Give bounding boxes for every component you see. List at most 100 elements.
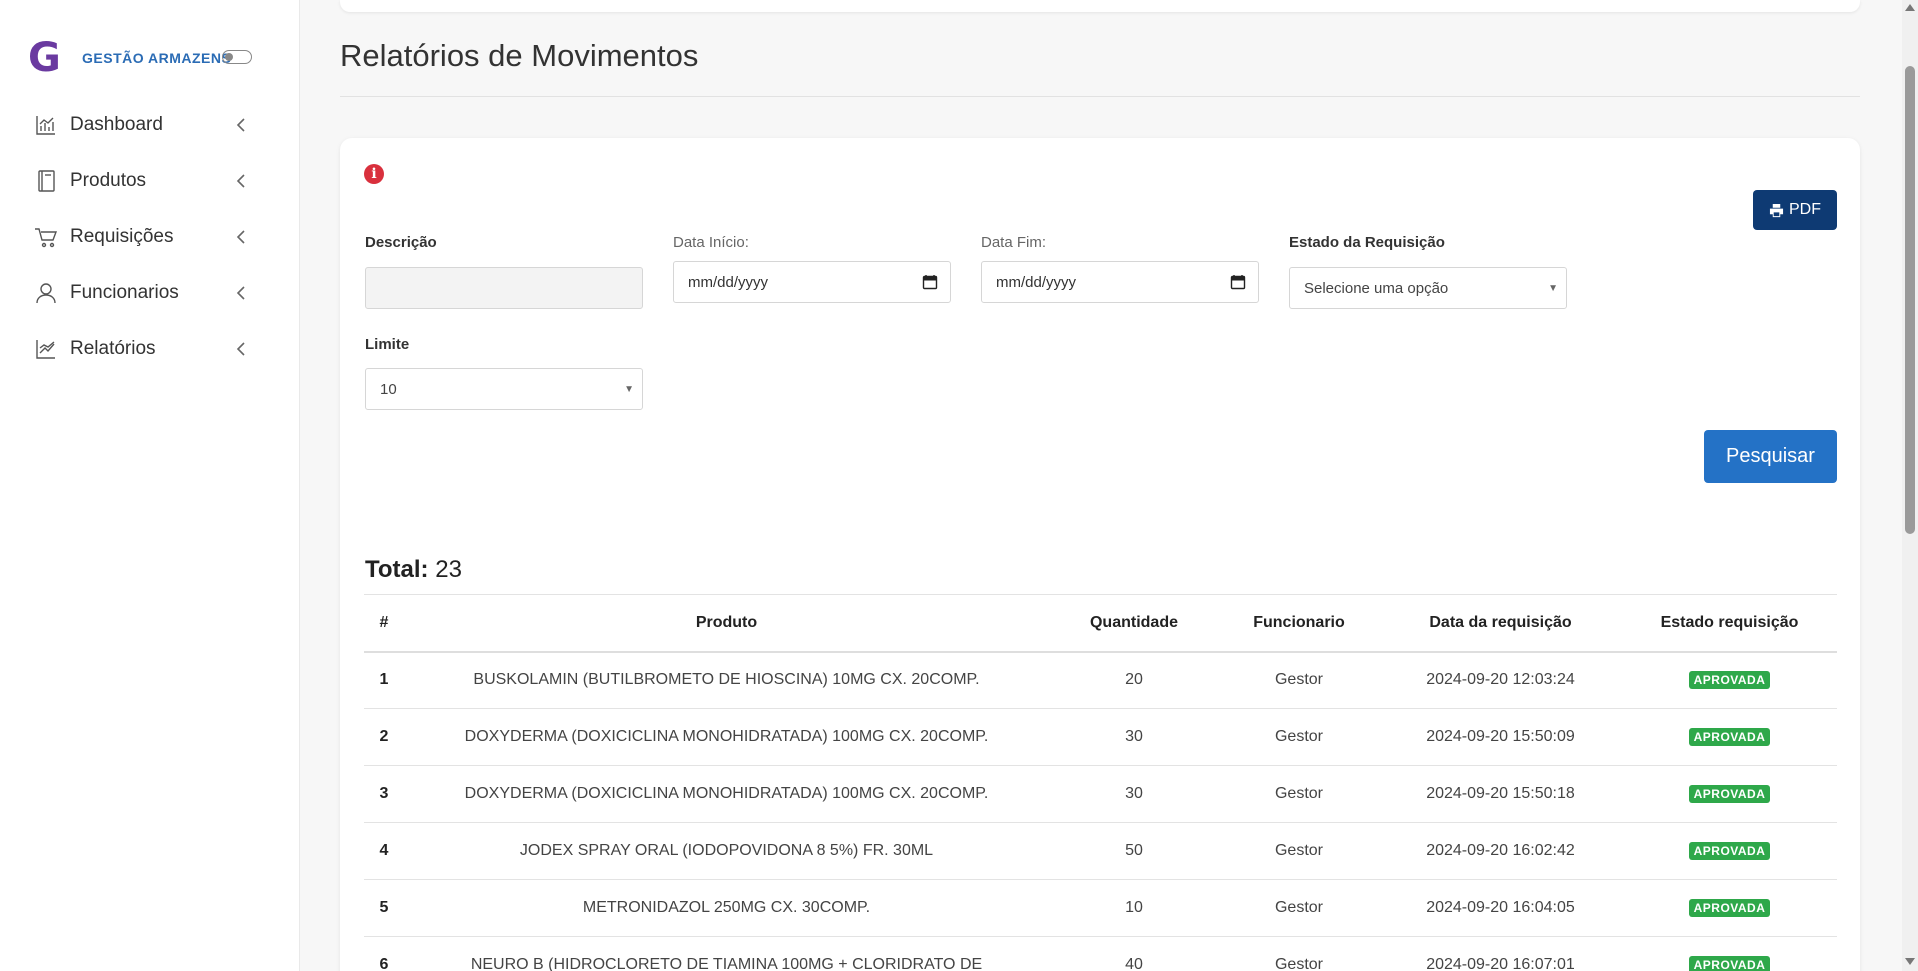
cell-index: 1 bbox=[364, 651, 404, 709]
cell-estado: APROVADA bbox=[1622, 822, 1837, 880]
status-badge: APROVADA bbox=[1688, 842, 1771, 860]
data-fim-label: Data Fim: bbox=[981, 234, 1047, 251]
cell-index: 6 bbox=[364, 936, 404, 971]
cell-quantidade: 20 bbox=[1049, 651, 1219, 709]
estado-select[interactable]: Selecione uma opção ▼ bbox=[1289, 267, 1567, 309]
cell-data: 2024-09-20 16:04:05 bbox=[1379, 879, 1622, 937]
table-row: 3 DOXYDERMA (DOXICICLINA MONOHIDRATADA) … bbox=[364, 765, 1837, 823]
column-header-estado[interactable]: Estado requisição bbox=[1622, 594, 1837, 653]
pdf-button[interactable]: PDF bbox=[1753, 190, 1837, 230]
table-row: 4 JODEX SPRAY ORAL (IODOPOVIDONA 8 5%) F… bbox=[364, 822, 1837, 880]
printer-icon bbox=[1769, 203, 1784, 217]
cell-index: 2 bbox=[364, 708, 404, 766]
sidebar-nav: Dashboard Produtos Requisições Funcionar… bbox=[0, 97, 300, 377]
cell-estado: APROVADA bbox=[1622, 708, 1837, 766]
chevron-left-icon bbox=[232, 340, 250, 358]
cell-index: 3 bbox=[364, 765, 404, 823]
chevron-left-icon bbox=[232, 116, 250, 134]
sidebar-item-requisicoes[interactable]: Requisições bbox=[0, 209, 300, 265]
user-icon bbox=[34, 281, 58, 305]
estado-label: Estado da Requisição bbox=[1289, 234, 1445, 251]
sidebar-item-label: Funcionarios bbox=[70, 282, 179, 303]
limite-select-value: 10 bbox=[380, 380, 397, 398]
scrollbar[interactable] bbox=[1902, 0, 1918, 971]
cell-quantidade: 10 bbox=[1049, 879, 1219, 937]
table-row: 6 NEURO B (HIDROCLORETO DE TIAMINA 100MG… bbox=[364, 936, 1837, 971]
cell-funcionario: Gestor bbox=[1219, 708, 1379, 766]
cell-quantidade: 40 bbox=[1049, 936, 1219, 971]
column-header-data[interactable]: Data da requisição bbox=[1379, 594, 1622, 653]
limite-select[interactable]: 10 ▼ bbox=[365, 368, 643, 410]
brand[interactable]: G GESTÃO ARMAZENS bbox=[28, 38, 231, 78]
cell-quantidade: 50 bbox=[1049, 822, 1219, 880]
column-header-quantidade[interactable]: Quantidade bbox=[1049, 594, 1219, 653]
limite-label: Limite bbox=[365, 336, 410, 353]
cell-quantidade: 30 bbox=[1049, 765, 1219, 823]
cell-produto: DOXYDERMA (DOXICICLINA MONOHIDRATADA) 10… bbox=[404, 708, 1049, 766]
cell-estado: APROVADA bbox=[1622, 765, 1837, 823]
cell-produto: JODEX SPRAY ORAL (IODOPOVIDONA 8 5%) FR.… bbox=[404, 822, 1049, 880]
brand-name: GESTÃO ARMAZENS bbox=[82, 50, 232, 66]
chevron-left-icon bbox=[232, 284, 250, 302]
data-inicio-label: Data Início: bbox=[673, 234, 749, 251]
total-value: 23 bbox=[435, 556, 462, 583]
table-header-row: # Produto Quantidade Funcionario Data da… bbox=[364, 594, 1837, 653]
cell-produto: DOXYDERMA (DOXICICLINA MONOHIDRATADA) 10… bbox=[404, 765, 1049, 823]
data-fim-field[interactable]: mm/dd/yyyy bbox=[981, 261, 1259, 303]
sidebar-item-label: Produtos bbox=[70, 170, 147, 191]
data-fim-placeholder: mm/dd/yyyy bbox=[996, 273, 1077, 291]
estado-select-value: Selecione uma opção bbox=[1304, 279, 1449, 297]
scroll-up-icon[interactable] bbox=[1905, 4, 1915, 11]
cell-funcionario: Gestor bbox=[1219, 879, 1379, 937]
chart-icon bbox=[34, 113, 58, 137]
column-header-index[interactable]: # bbox=[364, 594, 404, 653]
toggle-icon[interactable] bbox=[222, 50, 252, 64]
cell-data: 2024-09-20 16:07:01 bbox=[1379, 936, 1622, 971]
cell-data: 2024-09-20 15:50:18 bbox=[1379, 765, 1622, 823]
chevron-left-icon bbox=[232, 228, 250, 246]
sidebar-item-label: Relatórios bbox=[70, 338, 156, 359]
scrollbar-thumb[interactable] bbox=[1905, 66, 1915, 534]
data-inicio-placeholder: mm/dd/yyyy bbox=[688, 273, 769, 291]
divider bbox=[340, 96, 1860, 97]
table-row: 5 METRONIDAZOL 250MG CX. 30COMP. 10 Gest… bbox=[364, 879, 1837, 937]
caret-down-icon: ▼ bbox=[1548, 283, 1558, 294]
chevron-left-icon bbox=[232, 172, 250, 190]
descricao-input[interactable] bbox=[365, 267, 643, 309]
scroll-down-icon[interactable] bbox=[1905, 958, 1915, 965]
sidebar-item-relatorios[interactable]: Relatórios bbox=[0, 321, 300, 377]
cell-index: 5 bbox=[364, 879, 404, 937]
book-icon bbox=[34, 169, 58, 193]
total-count: Total: 23 bbox=[365, 556, 462, 584]
cell-data: 2024-09-20 12:03:24 bbox=[1379, 651, 1622, 709]
table-row: 1 BUSKOLAMIN (BUTILBROMETO DE HIOSCINA) … bbox=[364, 651, 1837, 709]
movements-table: # Produto Quantidade Funcionario Data da… bbox=[364, 594, 1837, 971]
page-title: Relatórios de Movimentos bbox=[340, 38, 699, 73]
data-inicio-field[interactable]: mm/dd/yyyy bbox=[673, 261, 951, 303]
search-button[interactable]: Pesquisar bbox=[1704, 430, 1837, 483]
cell-data: 2024-09-20 15:50:09 bbox=[1379, 708, 1622, 766]
column-header-funcionario[interactable]: Funcionario bbox=[1219, 594, 1379, 653]
cell-funcionario: Gestor bbox=[1219, 765, 1379, 823]
total-label: Total: bbox=[365, 556, 429, 583]
sidebar-item-label: Requisições bbox=[70, 226, 174, 247]
cell-data: 2024-09-20 16:02:42 bbox=[1379, 822, 1622, 880]
info-icon[interactable]: i bbox=[364, 164, 384, 184]
cell-produto: METRONIDAZOL 250MG CX. 30COMP. bbox=[404, 879, 1049, 937]
brand-logo: G bbox=[28, 35, 61, 81]
sidebar-item-funcionarios[interactable]: Funcionarios bbox=[0, 265, 300, 321]
calendar-icon[interactable] bbox=[922, 274, 938, 294]
status-badge: APROVADA bbox=[1688, 899, 1771, 917]
cell-funcionario: Gestor bbox=[1219, 822, 1379, 880]
calendar-icon[interactable] bbox=[1230, 274, 1246, 294]
top-card bbox=[340, 0, 1860, 12]
cell-estado: APROVADA bbox=[1622, 936, 1837, 971]
status-badge: APROVADA bbox=[1688, 956, 1771, 971]
cell-produto: BUSKOLAMIN (BUTILBROMETO DE HIOSCINA) 10… bbox=[404, 651, 1049, 709]
sidebar-item-produtos[interactable]: Produtos bbox=[0, 153, 300, 209]
cell-quantidade: 30 bbox=[1049, 708, 1219, 766]
table-row: 2 DOXYDERMA (DOXICICLINA MONOHIDRATADA) … bbox=[364, 708, 1837, 766]
sidebar-item-dashboard[interactable]: Dashboard bbox=[0, 97, 300, 153]
column-header-produto[interactable]: Produto bbox=[404, 594, 1049, 653]
cell-produto: NEURO B (HIDROCLORETO DE TIAMINA 100MG +… bbox=[404, 936, 1049, 971]
